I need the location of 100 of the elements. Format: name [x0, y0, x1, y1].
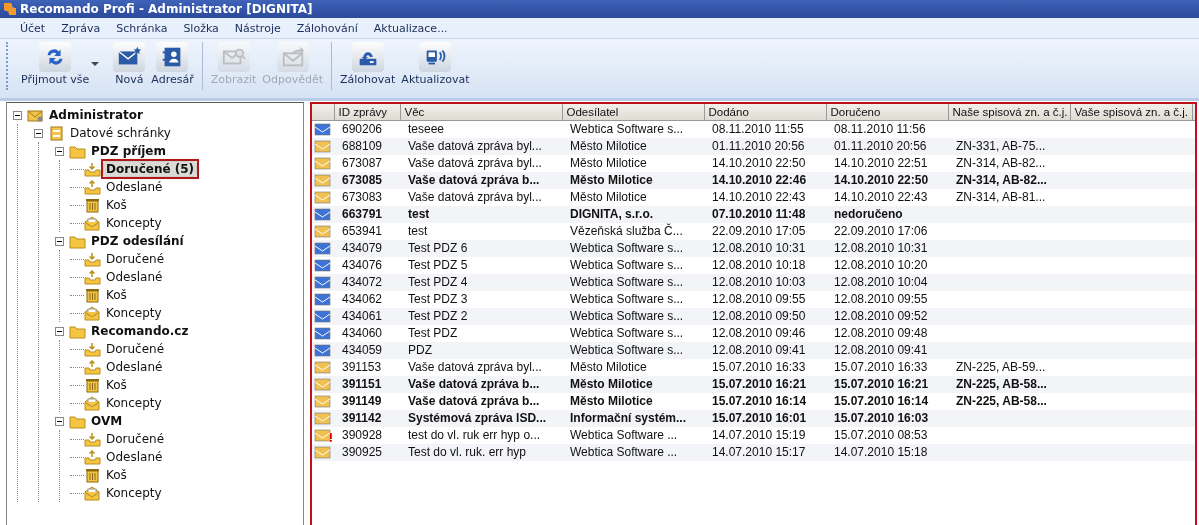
table-cell: 12.08.2010 09:46: [712, 326, 806, 340]
toolbar-button[interactable]: Přijmout vše: [19, 42, 110, 86]
table-cell: 12.08.2010 10:18: [712, 258, 806, 272]
column-header[interactable]: Vaše spisová zn. a č.j.: [1070, 104, 1192, 121]
outbox-tray-icon: [84, 268, 101, 286]
collapse-toggle-icon[interactable]: [55, 236, 64, 246]
table-cell: Test PDZ 5: [408, 258, 468, 272]
table-cell: 663791: [342, 207, 383, 221]
table-cell: Město Milotice: [570, 360, 647, 374]
table-cell: Test PDZ 6: [408, 241, 468, 255]
open-envelope-icon: [84, 394, 101, 412]
menu-item[interactable]: Nástroje: [226, 21, 289, 35]
table-cell: 14.07.2010 15:17: [712, 445, 806, 459]
tree-item[interactable]: Doručené: [104, 342, 167, 356]
table-cell: 14.10.2010 22:51: [834, 156, 928, 170]
table-cell: 15.07.2010 16:03: [834, 411, 929, 425]
tree-item[interactable]: Koš: [104, 198, 129, 212]
collapse-toggle-icon[interactable]: [34, 128, 43, 138]
table-cell: test: [408, 224, 428, 238]
column-header[interactable]: ID zprávy: [334, 104, 400, 121]
inbox-tray-icon: [84, 430, 101, 448]
column-header[interactable]: Dodáno: [704, 104, 826, 121]
table-cell: 12.08.2010 10:31: [712, 241, 806, 255]
tree-item[interactable]: Koš: [104, 288, 129, 302]
tree-item[interactable]: Odeslané: [104, 270, 165, 284]
toolbar-button[interactable]: Adresář: [149, 42, 196, 86]
table-cell: Město Milotice: [570, 156, 647, 170]
table-cell: 12.08.2010 09:52: [834, 309, 928, 323]
table-cell: 22.09.2010 17:05: [712, 224, 806, 238]
table-cell: Webtica Software s...: [570, 122, 684, 137]
tree-item[interactable]: PDZ příjem: [89, 144, 168, 158]
tree-item[interactable]: Datové schránky: [68, 126, 173, 140]
tree-item[interactable]: Odeslané: [104, 360, 165, 374]
tree-item[interactable]: Koncepty: [104, 216, 164, 230]
tree-item[interactable]: Doručené: [104, 252, 167, 266]
trash-bin-icon: [84, 376, 101, 394]
tree-item[interactable]: Koš: [104, 378, 129, 392]
table-cell: DIGNITA, s.r.o.: [570, 207, 654, 221]
tree-item[interactable]: Odeslané: [104, 450, 165, 464]
column-header[interactable]: Doručeno: [826, 104, 948, 121]
menu-item[interactable]: Zpráva: [53, 21, 109, 35]
tree-item[interactable]: Koš: [104, 468, 129, 482]
collapse-toggle-icon[interactable]: [55, 416, 64, 426]
table-cell: ZN-314, AB-81...: [956, 190, 1046, 204]
tree-item[interactable]: Odeslané: [104, 180, 165, 194]
outbox-tray-icon: [84, 448, 101, 466]
tree-item[interactable]: Recomando.cz: [89, 324, 191, 338]
inbox-tray-icon: [84, 160, 101, 178]
column-header[interactable]: Odesílatel: [562, 104, 704, 121]
table-cell: 12.08.2010 10:20: [834, 258, 928, 272]
tree-item[interactable]: Administrator: [47, 108, 145, 122]
dropdown-caret-icon: [91, 62, 100, 66]
table-cell: 653941: [342, 224, 383, 238]
tree-item[interactable]: Koncepty: [104, 486, 164, 500]
tree-item[interactable]: PDZ odesílání: [89, 234, 186, 248]
column-header[interactable]: Naše spisová zn. a č.j.: [948, 104, 1070, 121]
window-title: Recomando Profi - Administrator [DIGNITA]: [20, 2, 313, 16]
menu-item[interactable]: Schránka: [108, 21, 176, 35]
collapse-toggle-icon[interactable]: [13, 110, 22, 120]
toolbar-grip[interactable]: [6, 42, 11, 90]
trash-bin-icon: [84, 466, 101, 484]
table-cell: Vězeňská služba Č...: [570, 224, 683, 238]
toolbar-button[interactable]: Aktualizovat: [399, 42, 472, 86]
table-cell: Systémová zpráva ISD...: [408, 411, 547, 425]
tree-item[interactable]: Doručené: [104, 432, 167, 446]
menu-item[interactable]: Aktualizace...: [365, 21, 456, 35]
collapse-toggle-icon[interactable]: [55, 326, 64, 336]
collapse-toggle-icon[interactable]: [55, 146, 64, 156]
menu-item[interactable]: Účet: [12, 21, 54, 35]
menu-item[interactable]: Složka: [175, 21, 227, 35]
tree-item[interactable]: Koncepty: [104, 396, 164, 410]
table-cell: Vaše datová zpráva b...: [408, 377, 540, 391]
toolbar-button[interactable]: Zálohovat: [338, 42, 398, 86]
table-cell: Test PDZ 4: [408, 275, 468, 289]
table-cell: 15.07.2010 08:53: [834, 428, 928, 442]
table-cell: test do vl. ruk err hyp o...: [408, 428, 541, 442]
table-cell: 15.07.2010 16:21: [712, 377, 807, 391]
table-cell: ZN-314, AB-82...: [956, 156, 1046, 170]
table-cell: 15.07.2010 16:14: [712, 394, 807, 408]
table-cell: Webtica Software s...: [570, 292, 684, 306]
tree-item[interactable]: OVM: [89, 414, 125, 428]
table-cell: Test do vl. ruk. err hyp: [408, 445, 527, 459]
table-cell: Město Milotice: [570, 377, 653, 391]
tree-item[interactable]: Doručené (5): [104, 162, 197, 176]
table-cell: 12.08.2010 09:55: [712, 292, 806, 306]
menu-item[interactable]: Zálohování: [288, 21, 366, 35]
table-cell: Webtica Software ...: [570, 445, 678, 459]
table-cell: 434062: [342, 292, 383, 306]
table-cell: 14.10.2010 22:50: [712, 156, 806, 170]
column-header[interactable]: Věc: [400, 104, 562, 121]
table-cell: 12.08.2010 09:48: [834, 326, 928, 340]
table-cell: Webtica Software s...: [570, 275, 684, 289]
app-logo-icon: [4, 3, 16, 15]
table-cell: 14.10.2010 22:43: [712, 190, 806, 204]
table-cell: Test PDZ 2: [408, 309, 468, 323]
tree-item[interactable]: Koncepty: [104, 306, 164, 320]
table-cell: ZN-314, AB-82...: [956, 173, 1047, 187]
table-cell: 14.10.2010 22:43: [834, 190, 928, 204]
table-cell: 434072: [342, 275, 383, 289]
table-cell: 15.07.2010 16:33: [834, 360, 928, 374]
